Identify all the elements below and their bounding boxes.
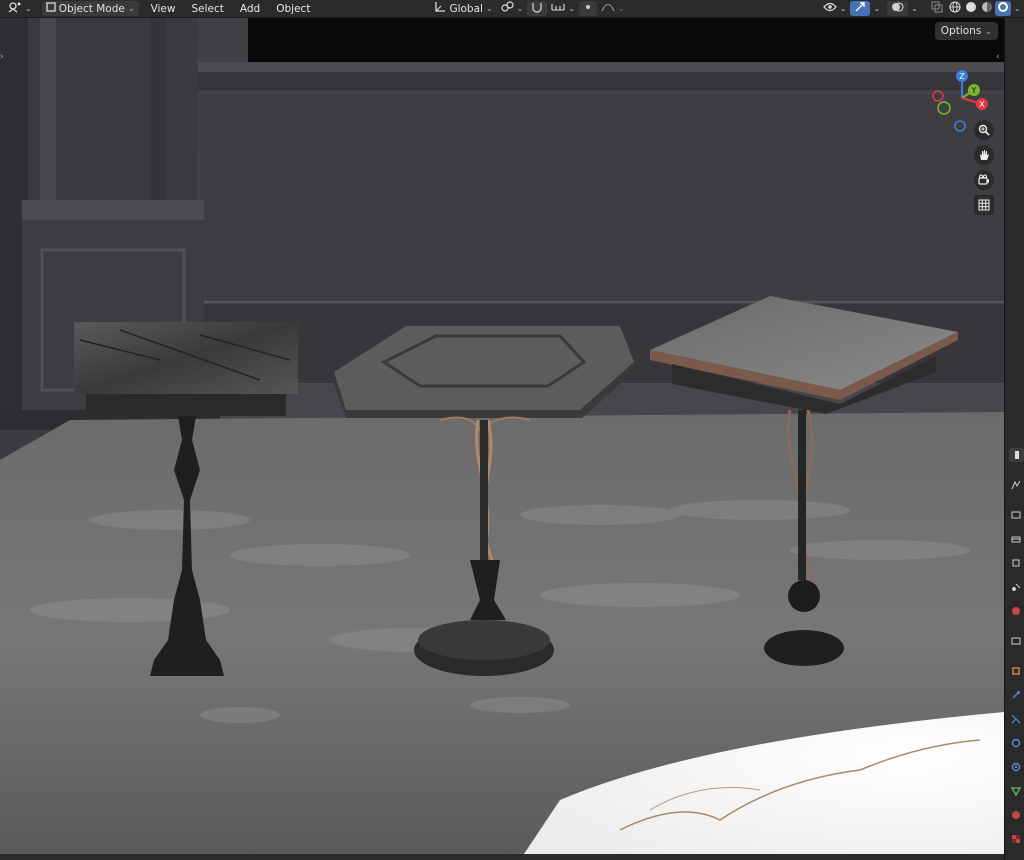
chevron-down-icon: ⌄	[985, 26, 992, 36]
chevron-down-icon: ⌄	[25, 4, 32, 13]
xray-toggle[interactable]	[927, 1, 947, 16]
overlays-toggle[interactable]	[887, 1, 909, 16]
physics-icon[interactable]	[1009, 712, 1023, 726]
pan-hand-icon[interactable]	[974, 145, 994, 165]
chevron-down-icon: ⌄	[568, 4, 576, 13]
pivot-point-selector[interactable]: ⌄	[497, 1, 528, 16]
magnet-icon	[531, 1, 543, 16]
orientation-icon	[434, 1, 446, 16]
material-sphere-icon	[981, 1, 993, 16]
viewport-scene	[0, 18, 1004, 854]
properties-tab-strip	[1004, 18, 1024, 860]
texture-icon[interactable]	[1009, 808, 1023, 822]
scene-icon[interactable]	[1009, 556, 1023, 570]
render-icon[interactable]	[1009, 478, 1023, 492]
proportional-dot-icon	[583, 2, 593, 15]
constraints-icon[interactable]	[1009, 736, 1023, 750]
shading-material-button[interactable]	[979, 1, 995, 16]
material-icon[interactable]	[1009, 784, 1023, 798]
viewport-header: ⌄ Object Mode ⌄ View Select Add Object G…	[0, 0, 1024, 18]
object-icon[interactable]	[1009, 634, 1023, 648]
gizmo-neg-y-axis[interactable]	[937, 101, 951, 115]
data-icon[interactable]	[1009, 760, 1023, 774]
pivot-icon	[501, 1, 514, 16]
chevron-down-icon[interactable]: ⌄	[908, 4, 921, 13]
eye-icon	[822, 2, 837, 15]
world-icon[interactable]	[1009, 580, 1023, 594]
chevron-down-icon: ⌄	[485, 4, 493, 13]
transform-orientation-selector[interactable]: Global ⌄	[430, 1, 496, 16]
shading-wireframe-button[interactable]	[947, 1, 963, 16]
gizmo-arrow-icon	[854, 1, 866, 16]
gizmo-toggle[interactable]	[850, 1, 871, 16]
camera-icon[interactable]	[974, 170, 994, 190]
visibility-selector[interactable]: ⌄	[819, 1, 851, 16]
camera-orbit-icon	[8, 1, 22, 16]
chevron-down-icon: ⌄	[516, 4, 524, 13]
xray-icon	[931, 1, 943, 16]
snap-increment-icon	[551, 2, 565, 15]
gizmo-neg-z-axis[interactable]	[954, 120, 966, 132]
gizmo-neg-x-axis[interactable]	[932, 90, 944, 102]
chevron-down-icon: ⌄	[618, 4, 625, 13]
mode-label: Object Mode	[58, 2, 125, 15]
toolbar-expand-arrow[interactable]: ›	[0, 52, 4, 62]
particles-icon[interactable]	[1009, 688, 1023, 702]
orientation-label: Global	[449, 2, 483, 15]
menu-view[interactable]: View	[143, 3, 184, 15]
chevron-down-icon: ⌄	[127, 4, 135, 13]
falloff-curve-icon	[601, 2, 615, 15]
solid-sphere-icon	[965, 1, 977, 16]
proportional-falloff-selector[interactable]: ⌄	[597, 1, 629, 16]
proportional-edit-toggle[interactable]	[579, 1, 598, 16]
overlays-icon	[891, 1, 904, 16]
gizmo-x-label: X	[979, 100, 985, 109]
navigation-tools	[974, 120, 994, 215]
chevron-down-icon[interactable]: ⌄	[1011, 4, 1024, 13]
options-button[interactable]: Options ⌄	[934, 22, 998, 40]
3d-viewport[interactable]: Z Y X	[0, 18, 1004, 854]
mode-selector[interactable]: Object Mode ⌄	[41, 1, 139, 16]
snap-target-selector[interactable]: ⌄	[547, 1, 579, 16]
object-mode-icon	[46, 2, 56, 15]
zoom-icon[interactable]	[974, 120, 994, 140]
editor-type-button[interactable]: ⌄	[4, 1, 36, 16]
checker-icon[interactable]	[1009, 832, 1023, 846]
chevron-down-icon: ⌄	[839, 4, 847, 13]
shading-rendered-button[interactable]	[994, 1, 1011, 16]
grid-icon[interactable]	[974, 195, 994, 215]
snap-toggle[interactable]	[527, 1, 548, 16]
rendered-sphere-icon	[997, 1, 1009, 16]
options-label: Options	[940, 25, 982, 37]
view-layer-icon[interactable]	[1009, 532, 1023, 546]
chevron-down-icon[interactable]: ⌄	[870, 4, 883, 13]
gizmo-y-label: Y	[971, 86, 977, 95]
menu-object[interactable]: Object	[268, 3, 318, 15]
tool-icon[interactable]	[1009, 448, 1024, 462]
modifier-icon[interactable]	[1009, 664, 1023, 678]
output-icon[interactable]	[1009, 508, 1023, 522]
menu-add[interactable]: Add	[232, 3, 268, 15]
sidebar-expand-arrow[interactable]: ‹	[996, 52, 1000, 62]
gizmo-z-label: Z	[959, 72, 965, 81]
status-bar	[0, 854, 1004, 860]
wireframe-sphere-icon	[949, 1, 961, 16]
collection-icon[interactable]	[1009, 604, 1023, 618]
shading-solid-button[interactable]	[963, 1, 979, 16]
menu-select[interactable]: Select	[183, 3, 231, 15]
